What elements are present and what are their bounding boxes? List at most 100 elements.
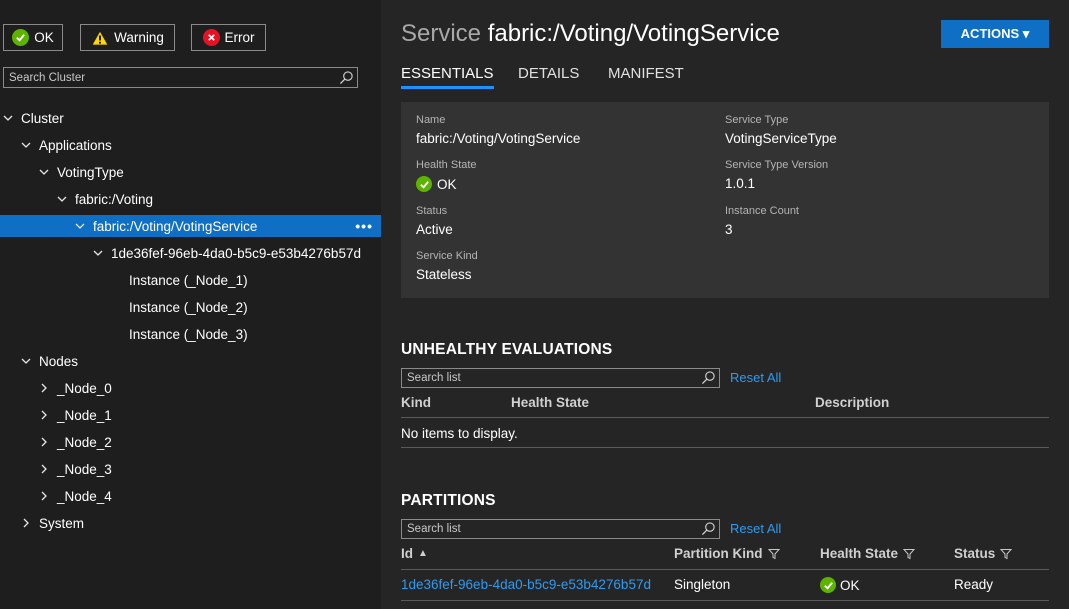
search-icon[interactable] bbox=[701, 370, 716, 385]
tree-item[interactable]: _Node_2 bbox=[0, 431, 381, 453]
cluster-search-input[interactable] bbox=[4, 68, 334, 87]
column-header-description[interactable]: Description bbox=[815, 395, 889, 410]
partitions-search-box bbox=[401, 519, 720, 539]
partition-id-link[interactable]: 1de36fef-96eb-4da0-b5c9-e53b4276b57d bbox=[401, 577, 651, 592]
partition-kind-cell: Singleton bbox=[674, 577, 731, 592]
column-header-status[interactable]: Status bbox=[954, 546, 1013, 561]
unhealthy-search-input[interactable] bbox=[402, 369, 697, 387]
partition-status-cell: Ready bbox=[954, 577, 994, 592]
tree-item-label: _Node_1 bbox=[57, 407, 112, 423]
name-value: fabric:/Voting/VotingService bbox=[416, 131, 581, 146]
tab-manifest[interactable]: MANIFEST bbox=[608, 65, 684, 86]
column-header-health-state[interactable]: Health State bbox=[820, 546, 916, 561]
ok-filter-button[interactable]: OK bbox=[3, 24, 63, 51]
tree-item[interactable]: _Node_3 bbox=[0, 458, 381, 480]
tree-item[interactable]: Applications bbox=[0, 134, 381, 156]
column-header-health-state-label: Health State bbox=[820, 546, 899, 561]
tree-item[interactable]: Nodes bbox=[0, 350, 381, 372]
health-state-value: OK bbox=[416, 176, 457, 192]
tree-item-label: Applications bbox=[39, 137, 112, 153]
tree-item-label: VotingType bbox=[57, 164, 124, 180]
chevron-down-icon[interactable] bbox=[93, 248, 103, 258]
unhealthy-search-box bbox=[401, 368, 720, 388]
tree-item-label: _Node_4 bbox=[57, 488, 112, 504]
chevron-down-icon[interactable] bbox=[21, 356, 31, 366]
service-type-value: VotingServiceType bbox=[725, 131, 837, 146]
partitions-search-input[interactable] bbox=[402, 520, 697, 538]
tree-item-label: 1de36fef-96eb-4da0-b5c9-e53b4276b57d bbox=[111, 245, 361, 261]
chevron-right-icon[interactable] bbox=[39, 491, 49, 501]
chevron-right-icon[interactable] bbox=[21, 518, 31, 528]
tree-item[interactable]: 1de36fef-96eb-4da0-b5c9-e53b4276b57d bbox=[0, 242, 381, 264]
unhealthy-reset-all-link[interactable]: Reset All bbox=[730, 370, 781, 385]
tree-item[interactable]: Instance (_Node_3) bbox=[0, 323, 381, 345]
warning-filter-label: Warning bbox=[114, 30, 164, 45]
chevron-right-icon[interactable] bbox=[39, 410, 49, 420]
empty-list-message: No items to display. bbox=[401, 426, 518, 441]
actions-button[interactable]: ACTIONS ▾ bbox=[941, 20, 1049, 48]
cluster-search-box bbox=[3, 67, 358, 88]
instance-count-value: 3 bbox=[725, 222, 733, 237]
tree-item[interactable]: VotingType bbox=[0, 161, 381, 183]
column-header-partition-kind-label: Partition Kind bbox=[674, 546, 763, 561]
filter-funnel-icon[interactable] bbox=[767, 548, 780, 560]
tree-item[interactable]: fabric:/Voting bbox=[0, 188, 381, 210]
filter-funnel-icon[interactable] bbox=[1000, 548, 1013, 560]
column-header-id-label: Id bbox=[401, 546, 413, 561]
error-filter-button[interactable]: Error bbox=[191, 24, 266, 51]
chevron-right-icon[interactable] bbox=[39, 464, 49, 474]
chevron-down-icon[interactable] bbox=[3, 113, 13, 123]
column-header-partition-kind[interactable]: Partition Kind bbox=[674, 546, 780, 561]
partition-health-cell: OK bbox=[820, 577, 860, 593]
tree-item[interactable]: Cluster bbox=[0, 107, 381, 129]
column-header-id[interactable]: Id ▲ bbox=[401, 546, 428, 561]
warning-filter-button[interactable]: Warning bbox=[80, 24, 175, 51]
tree-item[interactable]: Instance (_Node_2) bbox=[0, 296, 381, 318]
column-header-status-label: Status bbox=[954, 546, 996, 561]
tab-details[interactable]: DETAILS bbox=[518, 65, 579, 86]
status-label: Status bbox=[416, 205, 448, 217]
chevron-down-icon[interactable] bbox=[39, 167, 49, 177]
unhealthy-evaluations-title: UNHEALTHY EVALUATIONS bbox=[401, 341, 613, 358]
instance-count-label: Instance Count bbox=[725, 205, 799, 217]
chevron-right-icon[interactable] bbox=[39, 437, 49, 447]
chevron-down-icon[interactable] bbox=[75, 221, 85, 231]
essentials-card: Name fabric:/Voting/VotingService Health… bbox=[401, 102, 1049, 298]
filter-funnel-icon[interactable] bbox=[903, 548, 916, 560]
error-x-icon bbox=[202, 29, 220, 46]
tree-item[interactable]: Instance (_Node_1) bbox=[0, 269, 381, 291]
status-value: Active bbox=[416, 222, 453, 237]
tree-item[interactable]: System bbox=[0, 512, 381, 534]
tree-item-label: Nodes bbox=[39, 353, 79, 369]
tree-item-label: Cluster bbox=[21, 110, 64, 126]
chevron-down-icon[interactable] bbox=[57, 194, 67, 204]
tree-item-label: Instance (_Node_3) bbox=[129, 326, 248, 342]
service-details-panel: Service fabric:/Voting/VotingService ACT… bbox=[381, 0, 1069, 609]
table-divider bbox=[401, 447, 1049, 448]
tree-item[interactable]: _Node_4 bbox=[0, 485, 381, 507]
search-icon[interactable] bbox=[701, 521, 716, 536]
partitions-reset-all-link[interactable]: Reset All bbox=[730, 521, 781, 536]
service-type-version-value: 1.0.1 bbox=[725, 176, 756, 191]
tab-essentials[interactable]: ESSENTIALS bbox=[401, 65, 494, 89]
tree-item-label: System bbox=[39, 515, 85, 531]
tree-item[interactable]: _Node_1 bbox=[0, 404, 381, 426]
column-header-kind[interactable]: Kind bbox=[401, 395, 431, 410]
tree-item[interactable]: fabric:/Voting/VotingService ••• bbox=[0, 215, 381, 237]
column-header-health-state[interactable]: Health State bbox=[511, 395, 589, 410]
chevron-down-icon[interactable] bbox=[21, 140, 31, 150]
chevron-right-icon[interactable] bbox=[39, 383, 49, 393]
tree-item-label: _Node_0 bbox=[57, 380, 112, 396]
page-title: Service fabric:/Voting/VotingService bbox=[401, 20, 780, 48]
tree-item[interactable]: _Node_0 bbox=[0, 377, 381, 399]
more-actions-icon[interactable]: ••• bbox=[355, 218, 373, 234]
search-icon[interactable] bbox=[339, 70, 354, 85]
ok-filter-label: OK bbox=[34, 30, 54, 45]
name-label: Name bbox=[416, 114, 446, 126]
table-divider bbox=[401, 417, 1049, 418]
health-state-label: Health State bbox=[416, 159, 477, 171]
service-type-label: Service Type bbox=[725, 114, 789, 126]
error-filter-label: Error bbox=[224, 30, 255, 45]
